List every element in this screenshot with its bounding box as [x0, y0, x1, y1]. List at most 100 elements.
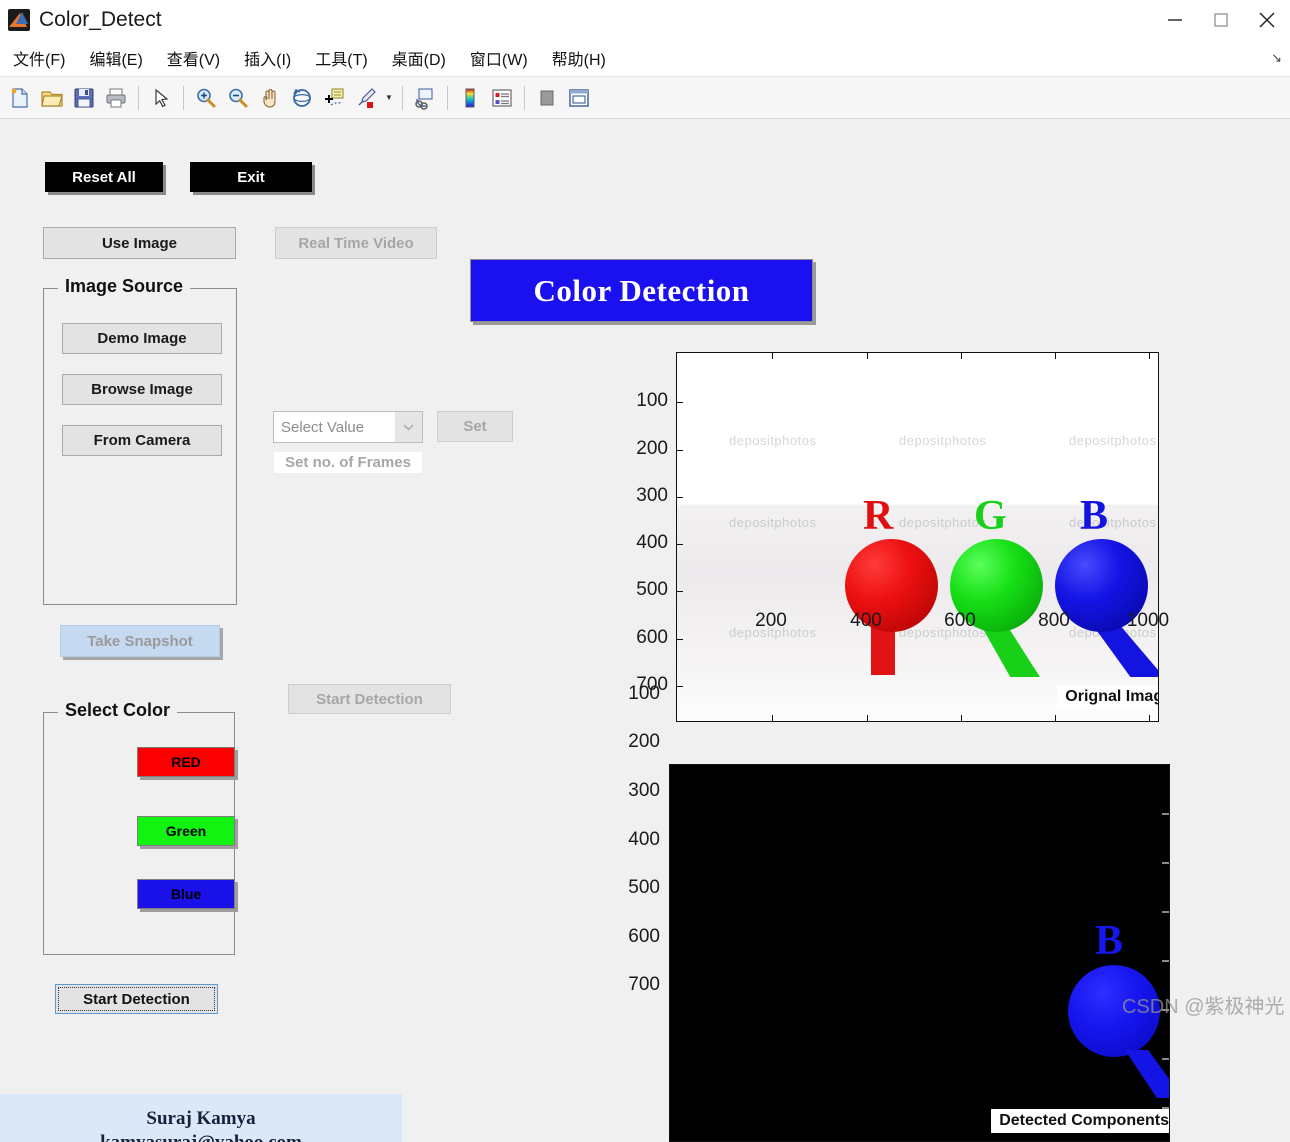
toolbar-divider-1	[138, 85, 139, 110]
menu-tools[interactable]: 工具(T)	[304, 43, 378, 73]
credits-box: Suraj Kamya kamyasuraj@yahoo.com	[0, 1094, 402, 1142]
open-file-icon[interactable]	[36, 82, 68, 114]
xtickmark	[867, 715, 868, 721]
figure-canvas: Reset All Exit Color Detection Use Image…	[0, 119, 1290, 1142]
toolbar-divider-2	[183, 85, 184, 110]
xtickmark	[1149, 715, 1150, 721]
color-button-blue[interactable]: Blue	[137, 879, 235, 909]
ytickmark	[677, 686, 683, 687]
hide-plot-tools-icon[interactable]	[531, 82, 563, 114]
xtickmark	[1055, 715, 1056, 721]
reset-all-button[interactable]: Reset All	[45, 162, 163, 192]
menu-edit[interactable]: 编辑(E)	[78, 43, 153, 73]
xtickmark	[1055, 353, 1056, 359]
letter-r: R	[863, 493, 894, 539]
ytickmark	[677, 544, 683, 545]
select-value-dropdown[interactable]: Select Value	[273, 411, 423, 443]
csdn-watermark: CSDN @紫极神光	[1122, 996, 1285, 1018]
image-source-panel: Image Source Demo Image Browse Image Fro…	[43, 276, 237, 605]
original-image-axes: depositphotos depositphotos depositphoto…	[676, 352, 1159, 722]
xtickmark	[772, 353, 773, 359]
set-frames-label: Set no. of Frames	[274, 452, 422, 473]
menu-window[interactable]: 窗口(W)	[459, 43, 539, 73]
ytickmark	[677, 497, 683, 498]
xtickmark	[867, 353, 868, 359]
menu-bar: 文件(F) 编辑(E) 查看(V) 插入(I) 工具(T) 桌面(D) 窗口(W…	[0, 39, 1290, 77]
xtick-label: 400	[850, 610, 882, 631]
menu-help[interactable]: 帮助(H)	[541, 43, 617, 73]
demo-image-button[interactable]: Demo Image	[62, 323, 222, 354]
ytick-label: 700	[628, 974, 660, 995]
ytickmark	[677, 591, 683, 592]
menu-view[interactable]: 查看(V)	[156, 43, 231, 73]
detected-components-label: Detected Components	[991, 1109, 1169, 1133]
brush-dropdown-caret[interactable]: ▼	[382, 82, 396, 114]
letter-b: B	[1080, 493, 1109, 539]
pan-icon[interactable]	[254, 82, 286, 114]
xtick-label: 600	[944, 610, 976, 631]
color-button-red[interactable]: RED	[137, 747, 235, 777]
legend-icon[interactable]	[486, 82, 518, 114]
ytick-label: 300	[628, 780, 660, 801]
browse-image-button[interactable]: Browse Image	[62, 374, 222, 405]
zoom-out-icon[interactable]	[222, 82, 254, 114]
color-button-green[interactable]: Green	[137, 816, 235, 846]
save-figure-icon[interactable]	[68, 82, 100, 114]
page-title: Color Detection	[533, 272, 750, 308]
matlab-icon	[8, 8, 30, 31]
set-button[interactable]: Set	[437, 411, 513, 442]
xtickmark	[961, 353, 962, 359]
pointer-icon[interactable]	[145, 82, 177, 114]
use-image-button[interactable]: Use Image	[43, 227, 236, 259]
ytick-label: 300	[636, 485, 668, 506]
ytick-label: 500	[628, 877, 660, 898]
chevron-down-icon[interactable]	[395, 412, 422, 442]
real-time-video-button[interactable]: Real Time Video	[275, 227, 437, 259]
ytickmark	[1162, 813, 1169, 815]
resize-grip-icon[interactable]: ↘	[1271, 50, 1282, 66]
ytickmark	[1162, 1058, 1169, 1060]
exit-button[interactable]: Exit	[190, 162, 312, 192]
colorbar-icon[interactable]	[454, 82, 486, 114]
ytick-label: 400	[636, 532, 668, 553]
close-icon[interactable]	[1244, 0, 1290, 39]
new-figure-icon[interactable]	[4, 82, 36, 114]
start-detection-secondary-button[interactable]: Start Detection	[288, 684, 451, 714]
original-image-label: Orignal Image	[1057, 685, 1158, 709]
start-detection-button[interactable]: Start Detection	[55, 984, 218, 1014]
xtickmark	[961, 715, 962, 721]
watermark-text: depositphotos	[729, 433, 817, 448]
ytickmark	[677, 402, 683, 403]
show-plot-tools-icon[interactable]	[563, 82, 595, 114]
app-title-banner: Color Detection	[470, 259, 813, 322]
link-plot-icon[interactable]	[409, 82, 441, 114]
window-title: Color_Detect	[39, 7, 162, 31]
ytickmark	[1162, 960, 1169, 962]
detected-components-axes: B Detected Components	[669, 764, 1170, 1142]
zoom-in-icon[interactable]	[190, 82, 222, 114]
watermark-text: depositphotos	[729, 515, 817, 530]
ytickmark	[677, 639, 683, 640]
brush-icon[interactable]	[350, 82, 382, 114]
select-color-panel: Select Color RED Green Blue	[43, 700, 235, 955]
window-controls	[1152, 0, 1290, 39]
ytickmark	[677, 450, 683, 451]
ytick-label: 200	[636, 438, 668, 459]
data-cursor-icon[interactable]	[318, 82, 350, 114]
letter-g: G	[974, 493, 1007, 539]
ytick-label: 100	[628, 683, 660, 704]
print-figure-icon[interactable]	[100, 82, 132, 114]
image-source-panel-title: Image Source	[58, 276, 191, 297]
menu-desktop[interactable]: 桌面(D)	[381, 43, 457, 73]
maximize-icon[interactable]	[1198, 0, 1244, 39]
minimize-icon[interactable]	[1152, 0, 1198, 39]
ytick-label: 600	[636, 627, 668, 648]
rotate-3d-icon[interactable]	[286, 82, 318, 114]
author-email: kamyasuraj@yahoo.com	[0, 1132, 402, 1142]
select-value-text: Select Value	[281, 418, 365, 436]
from-camera-button[interactable]: From Camera	[62, 425, 222, 456]
menu-insert[interactable]: 插入(I)	[233, 43, 302, 73]
menu-file[interactable]: 文件(F)	[2, 43, 76, 73]
watermark-text: depositphotos	[1069, 433, 1157, 448]
take-snapshot-button[interactable]: Take Snapshot	[60, 625, 220, 657]
